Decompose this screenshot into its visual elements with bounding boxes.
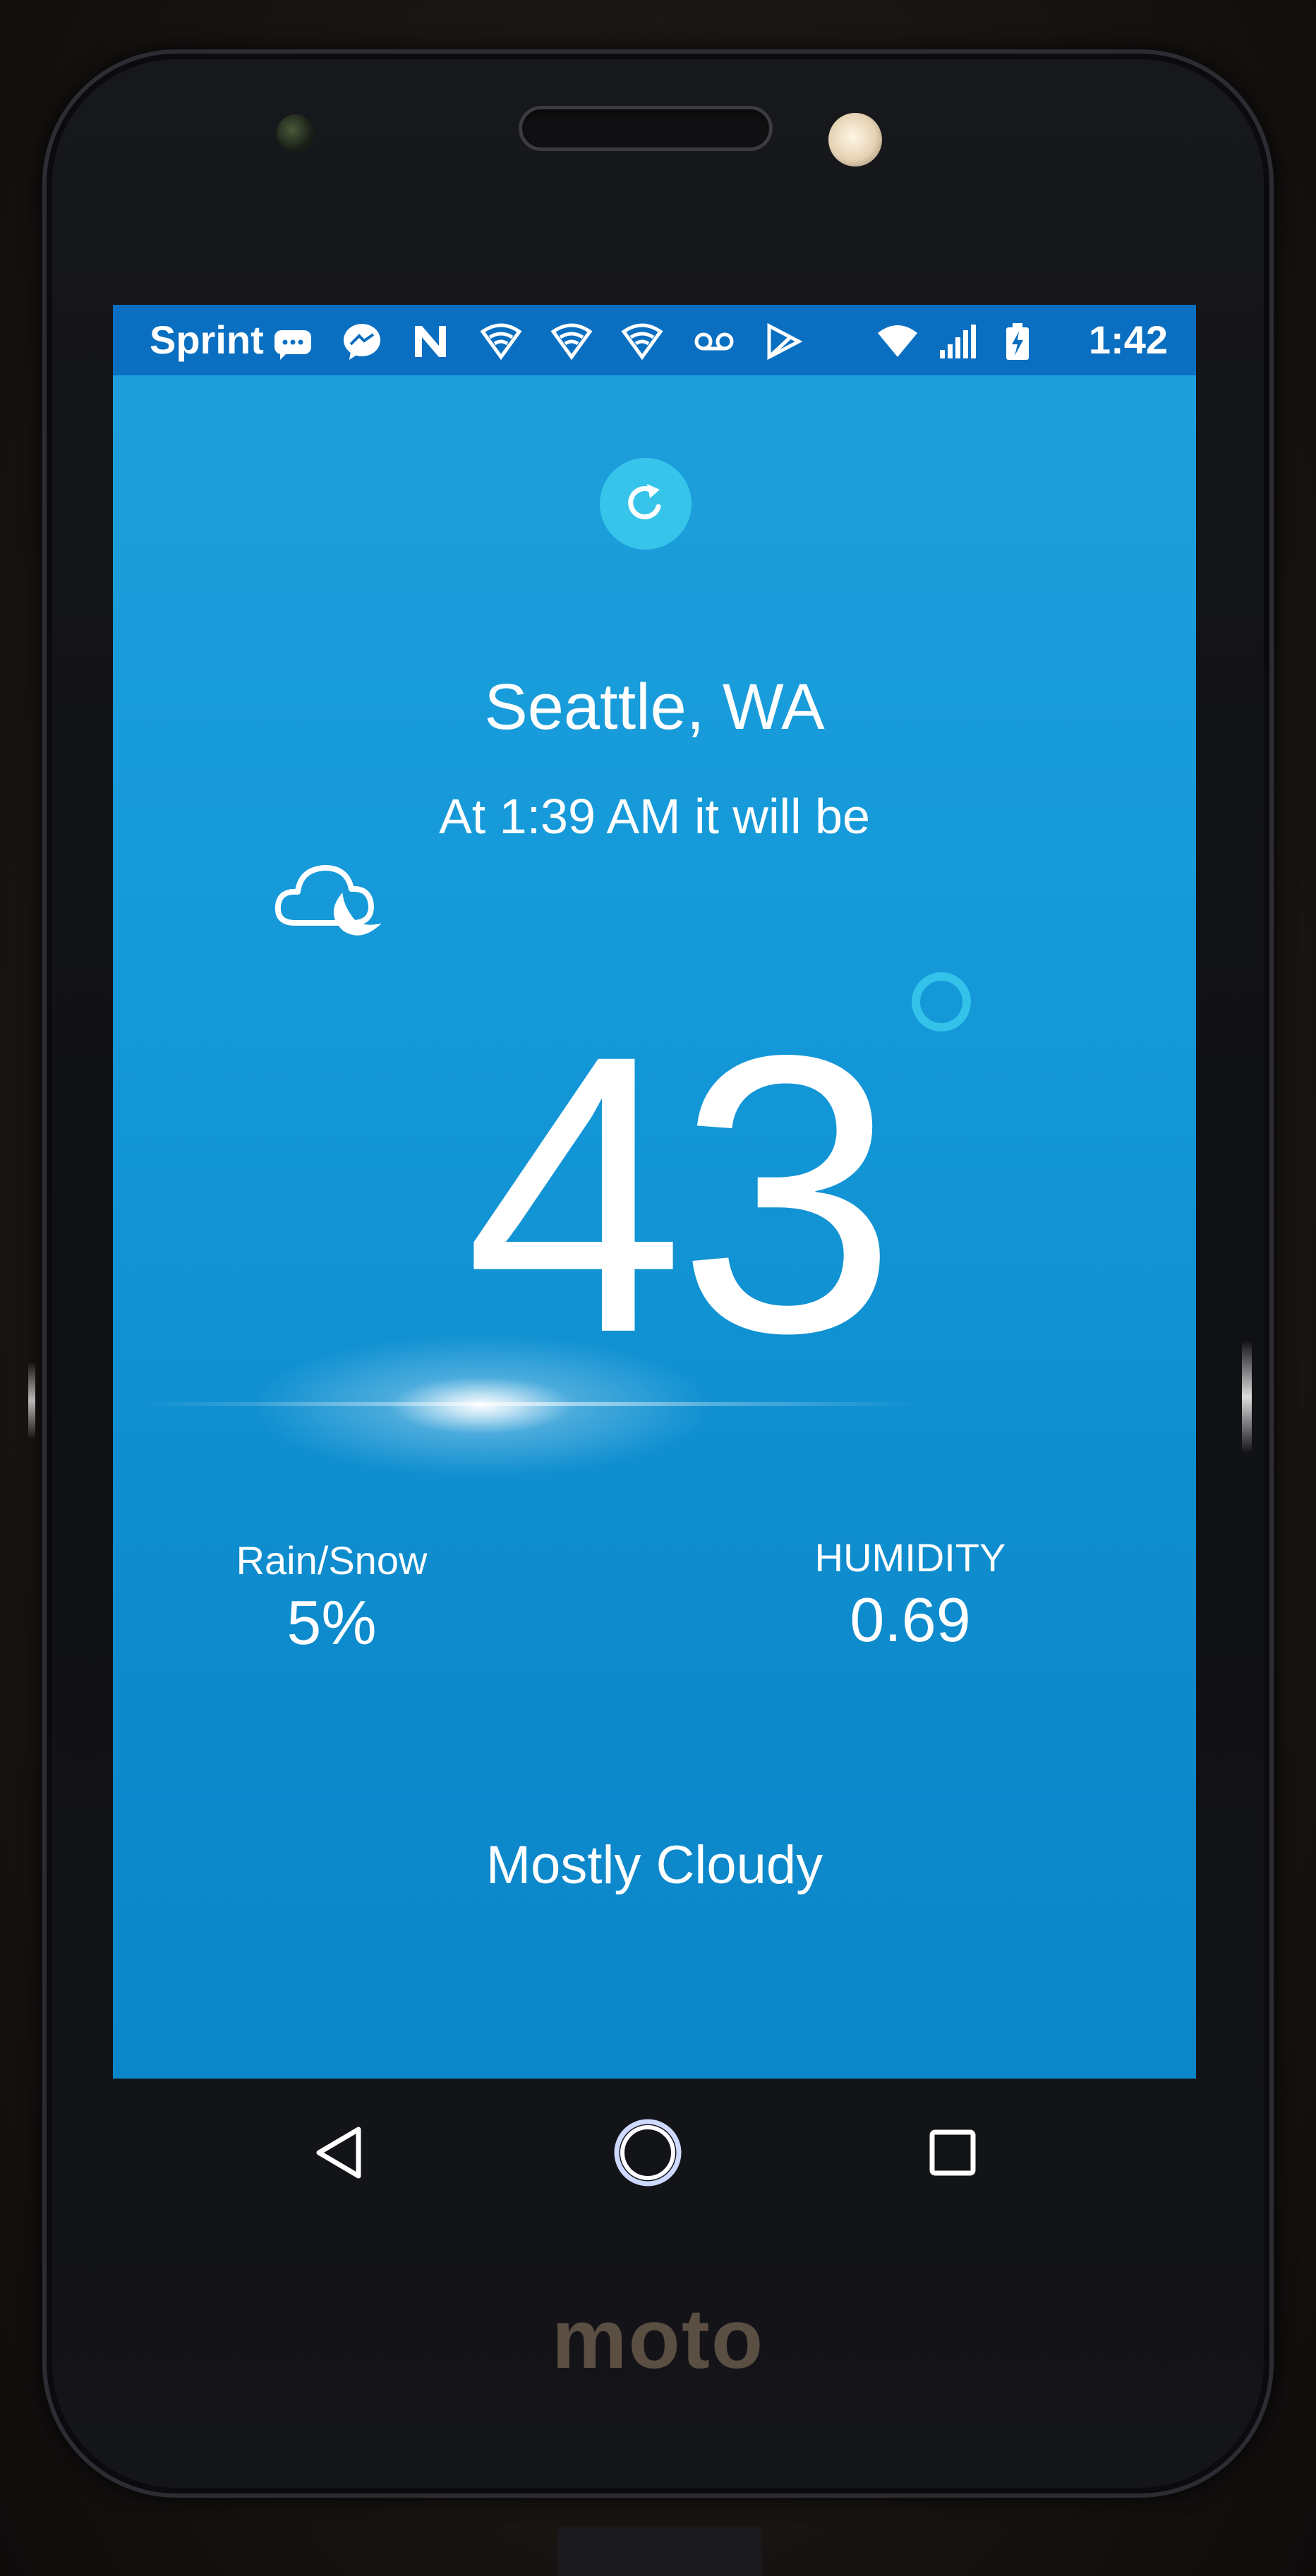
screen: Sprint 1:42 Seattle, WA At 1:39 AM it wi… bbox=[113, 305, 1196, 2079]
temperature-value: 43 bbox=[464, 973, 898, 1415]
usb-cable bbox=[557, 2526, 762, 2576]
signal-icon bbox=[940, 325, 976, 358]
carrier-name: Sprint bbox=[150, 318, 264, 362]
status-clock: 1:42 bbox=[1088, 318, 1168, 362]
voicemail-icon bbox=[694, 332, 734, 351]
screen-glare-line bbox=[141, 1402, 917, 1406]
front-flash bbox=[828, 113, 882, 167]
humidity-label: HUMIDITY bbox=[814, 1535, 1006, 1580]
rain-snow-value: 5% bbox=[286, 1588, 377, 1657]
humidity-value: 0.69 bbox=[850, 1585, 971, 1655]
forecast-time-text: At 1:39 AM it will be bbox=[439, 789, 870, 844]
phone-edge-highlight bbox=[1242, 1341, 1252, 1453]
home-button[interactable] bbox=[609, 2114, 687, 2191]
location-title: Seattle, WA bbox=[484, 671, 825, 743]
wifi-icon bbox=[878, 325, 917, 357]
messenger-icon bbox=[344, 324, 380, 360]
recents-icon bbox=[929, 2129, 976, 2176]
refresh-icon bbox=[628, 484, 661, 520]
wifi-hotspot-icon-3 bbox=[621, 323, 663, 361]
play-store-icon bbox=[767, 322, 803, 361]
wifi-hotspot-icon-2 bbox=[550, 323, 593, 361]
recents-button[interactable] bbox=[914, 2114, 991, 2191]
earpiece-speaker bbox=[519, 106, 773, 151]
n-icon bbox=[415, 326, 446, 357]
home-icon bbox=[614, 2119, 682, 2187]
wifi-hotspot-icon-1 bbox=[480, 323, 522, 361]
battery-icon bbox=[1006, 323, 1029, 360]
sms-icon bbox=[274, 330, 311, 360]
front-sensor bbox=[277, 114, 315, 152]
back-button[interactable] bbox=[302, 2114, 380, 2191]
brand-logo: moto bbox=[551, 2292, 765, 2386]
phone-edge-highlight-left bbox=[28, 1362, 35, 1439]
rain-snow-label: Rain/Snow bbox=[236, 1538, 428, 1583]
status-bar: Sprint 1:42 bbox=[113, 305, 1196, 375]
navigation-bar bbox=[113, 2079, 1196, 2220]
cloud-moon-icon bbox=[274, 865, 382, 936]
weather-condition: Mostly Cloudy bbox=[485, 1835, 823, 1895]
refresh-button[interactable] bbox=[600, 458, 692, 550]
back-icon bbox=[316, 2127, 361, 2179]
